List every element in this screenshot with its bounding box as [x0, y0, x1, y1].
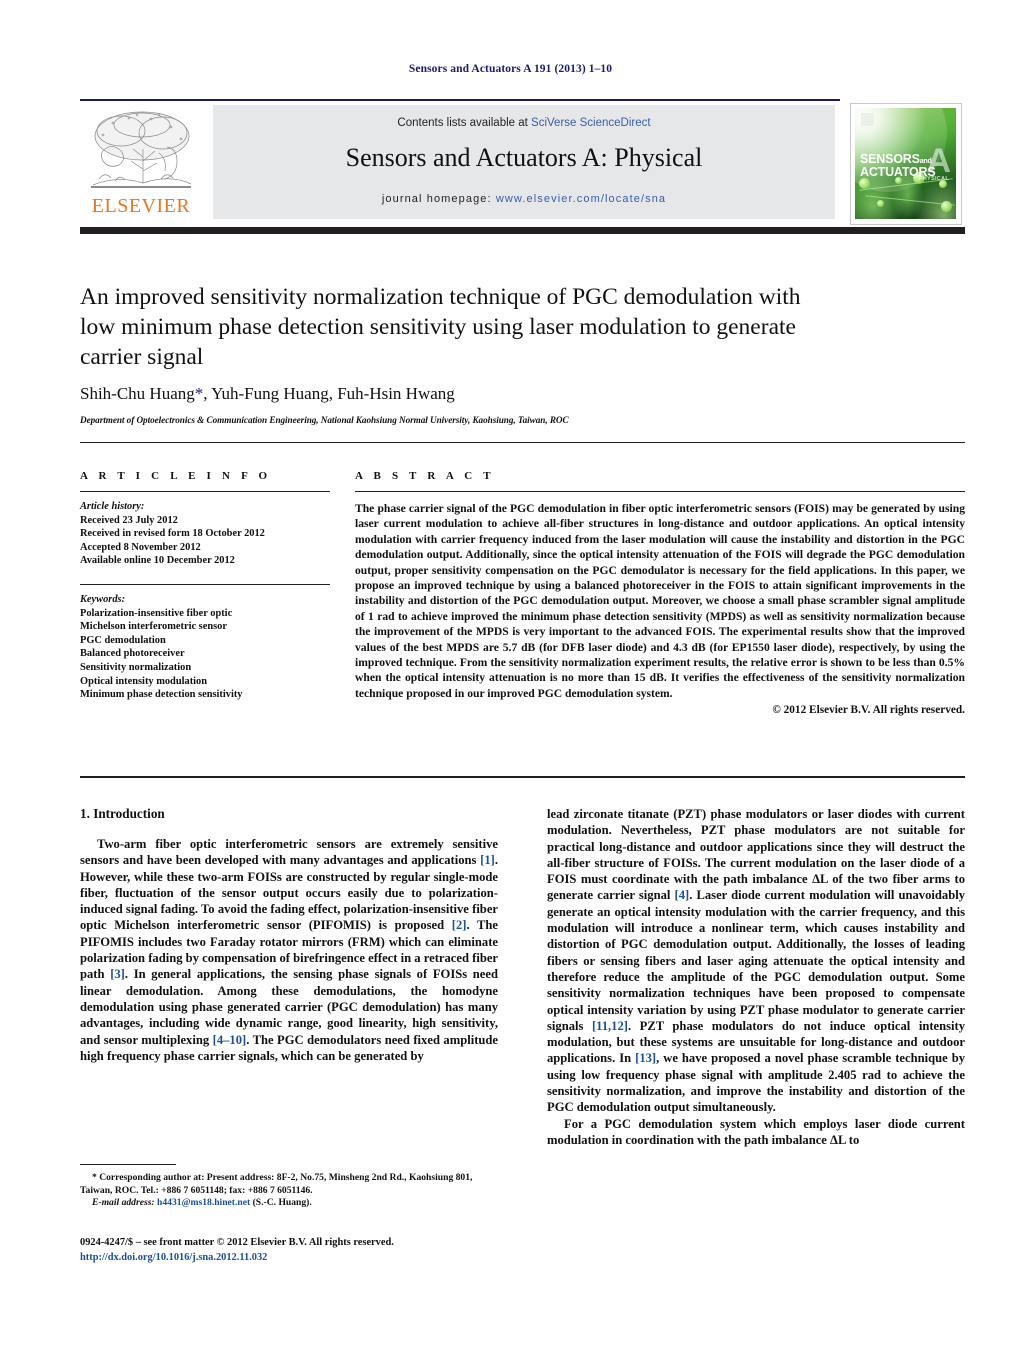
affiliation: Department of Optoelectronics & Communic…: [80, 415, 569, 425]
article-info-rule: [80, 491, 330, 492]
citation-ref[interactable]: [13]: [635, 1051, 656, 1065]
citation-ref[interactable]: [11,12]: [592, 1019, 628, 1033]
header-bottom-rule: [80, 227, 965, 234]
paper-page: Sensors and Actuators A 191 (2013) 1–10: [0, 0, 1021, 1351]
body-paragraph: lead zirconate titanate (PZT) phase modu…: [547, 806, 965, 1116]
elsevier-tree-icon: [85, 109, 197, 195]
doi-link[interactable]: http://dx.doi.org/10.1016/j.sna.2012.11.…: [80, 1251, 520, 1266]
keyword-item: Balanced photoreceiver: [80, 648, 185, 660]
abstract-copyright: © 2012 Elsevier B.V. All rights reserved…: [772, 704, 965, 717]
article-info-heading: A R T I C L E I N F O: [80, 470, 272, 482]
keywords-rule: [80, 583, 330, 585]
footnote-block: * Corresponding author at: Present addre…: [80, 1172, 498, 1210]
journal-homepage-line: journal homepage: www.elsevier.com/locat…: [213, 193, 835, 205]
cover-network-dot: [859, 178, 870, 189]
footnote-rule: [80, 1164, 176, 1165]
cover-title-line1: SENSORSand: [860, 152, 932, 166]
keywords-label: Keywords:: [80, 593, 126, 605]
cover-elsevier-mark-icon: [861, 113, 874, 126]
keyword-item: Minimum phase detection sensitivity: [80, 689, 243, 701]
paragraph-text: Two-arm fiber optic interferometric sens…: [80, 837, 498, 1063]
abstract-heading: A B S T R A C T: [355, 470, 495, 482]
section-heading-introduction: 1. Introduction: [80, 806, 165, 821]
abstract-text: The phase carrier signal of the PGC demo…: [355, 502, 965, 700]
email-line: E-mail address: h4431@ms18.hinet.net (S.…: [80, 1197, 498, 1210]
keyword-item: Optical intensity modulation: [80, 675, 208, 687]
keyword-item: Polarization-insensitive fiber optic: [80, 607, 233, 619]
homepage-prefix: journal homepage:: [381, 193, 496, 205]
authors-text: Shih-Chu Huang*, Yuh-Fung Huang, Fuh-Hsi…: [80, 384, 455, 403]
citation-ref[interactable]: [4–10]: [213, 1033, 247, 1047]
cover-network-dot: [877, 200, 884, 207]
history-item: Received in revised form 18 October 2012: [80, 528, 265, 540]
abstract-column: A B S T R A C T The phase carrier signal…: [355, 470, 965, 716]
author-list: Shih-Chu Huang*, Yuh-Fung Huang, Fuh-Hsi…: [80, 384, 840, 404]
keyword-item: Sensitivity normalization: [80, 661, 192, 673]
citation-ref[interactable]: [1]: [480, 853, 495, 867]
email-link[interactable]: h4431@ms18.hinet.net: [157, 1197, 250, 1208]
issn-copyright-block: 0924-4247/$ – see front matter © 2012 El…: [80, 1236, 520, 1265]
citation-ref[interactable]: [3]: [110, 967, 125, 981]
keywords-group: Keywords: Polarization-insensitive fiber…: [80, 593, 330, 702]
journal-title: Sensors and Actuators A: Physical: [345, 143, 703, 172]
paragraph-text: lead zirconate titanate (PZT) phase modu…: [547, 807, 965, 1115]
history-item: Received 23 July 2012: [80, 514, 178, 526]
history-item: Available online 10 December 2012: [80, 555, 235, 567]
article-history-label: Article history:: [80, 501, 145, 512]
body-paragraph: Two-arm fiber optic interferometric sens…: [80, 836, 498, 1064]
elsevier-tree-svg: [91, 111, 192, 188]
journal-info-band: Contents lists available at SciVerse Sci…: [213, 105, 835, 219]
article-history-group: Article history: Received 23 July 2012 R…: [80, 500, 330, 568]
body-column-left: 1. Introduction Two-arm fiber optic inte…: [80, 806, 498, 1064]
header-top-rule: [80, 99, 840, 101]
body-paragraph: For a PGC demodulation system which empl…: [547, 1116, 965, 1149]
elsevier-wordmark: ELSEVIER: [91, 195, 191, 217]
cover-network-dot: [941, 201, 952, 212]
email-suffix: (S.-C. Huang).: [252, 1197, 312, 1209]
issn-line: 0924-4247/$ – see front matter © 2012 El…: [80, 1237, 394, 1248]
elsevier-logo: ELSEVIER: [80, 107, 205, 223]
journal-header-band: ELSEVIER Contents lists available at Sci…: [80, 103, 965, 225]
article-info-column: A R T I C L E I N F O Article history: R…: [80, 470, 330, 702]
running-head: Sensors and Actuators A 191 (2013) 1–10: [408, 63, 613, 75]
cover-series-letter: A: [926, 142, 951, 180]
email-label: E-mail address:: [92, 1197, 155, 1209]
sciencedirect-link[interactable]: SciVerse ScienceDirect: [531, 117, 651, 129]
journal-cover-thumbnail: SENSORSand ACTUATORS A PHYSICAL: [850, 103, 962, 225]
journal-cover-art: SENSORSand ACTUATORS A PHYSICAL: [851, 104, 956, 219]
cover-subtitle: PHYSICAL: [918, 176, 949, 182]
abstract-bottom-rule: [80, 776, 965, 778]
history-item: Accepted 8 November 2012: [80, 541, 201, 553]
citation-ref[interactable]: [2]: [452, 918, 467, 932]
homepage-url-link[interactable]: www.elsevier.com/locate/sna: [496, 193, 666, 205]
body-column-right: lead zirconate titanate (PZT) phase modu…: [547, 806, 965, 1148]
corresponding-author-marker: *: [194, 384, 204, 403]
citation-ref[interactable]: [4]: [675, 888, 690, 902]
keyword-item: Michelson interferometric sensor: [80, 621, 227, 633]
keyword-item: PGC demodulation: [80, 634, 166, 646]
page-title: An improved sensitivity normalization te…: [80, 284, 801, 370]
corresponding-author-note: * Corresponding author at: Present addre…: [80, 1172, 473, 1196]
paragraph-text: For a PGC demodulation system which empl…: [547, 1116, 965, 1147]
contents-prefix: Contents lists available at: [397, 117, 532, 129]
contents-available-line: Contents lists available at SciVerse Sci…: [213, 117, 835, 129]
abstract-rule: [355, 491, 965, 492]
affiliation-rule: [80, 442, 965, 443]
